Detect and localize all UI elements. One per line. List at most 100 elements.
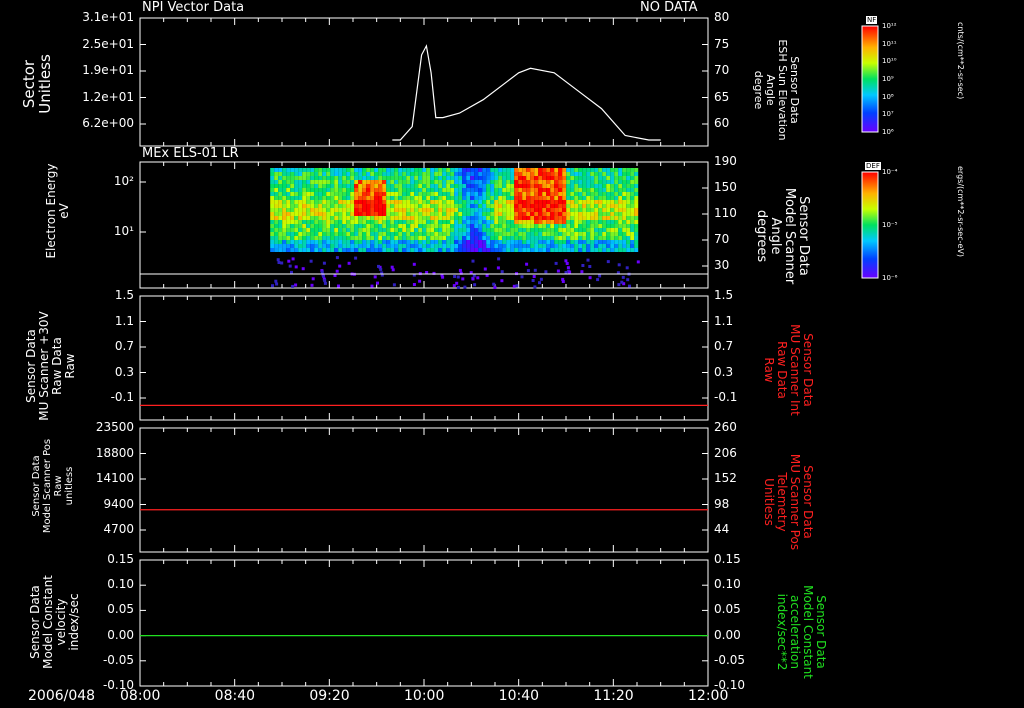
spectrogram-dot [525,262,529,266]
spectrogram-cell [498,236,503,240]
spectrogram-cell [546,196,551,200]
spectrogram-cell [370,240,375,244]
spectrogram-cell [426,184,431,188]
panel3-frame [139,295,709,421]
spectrogram-cell [586,228,591,232]
spectrogram-cell [422,180,427,184]
spectrogram-cell [514,240,519,244]
spectrogram-cell [358,192,363,196]
spectrogram-cell [442,188,447,192]
spectrogram-cell [502,220,507,224]
spectrogram-cell [426,248,431,252]
spectrogram-cell [366,236,371,240]
spectrogram-cell [538,240,543,244]
spectrogram-cell [382,172,387,176]
spectrogram-cell [618,184,623,188]
spectrogram-cell [490,228,495,232]
spectrogram-cell [346,244,351,248]
spectrogram-cell [278,204,283,208]
spectrogram-cell [358,240,363,244]
spectrogram-cell [334,228,339,232]
spectrogram-cell [274,212,279,216]
spectrogram-dot [586,258,590,262]
spectrogram-cell [370,248,375,252]
spectrogram-cell [506,248,511,252]
spectrogram-cell [454,200,459,204]
spectrogram-cell [614,224,619,228]
spectrogram-cell [606,208,611,212]
spectrogram-cell [282,232,287,236]
spectrogram-cell [538,172,543,176]
spectrogram-cell [550,248,555,252]
spectrogram-cell [298,168,303,172]
spectrogram-cell [574,192,579,196]
spectrogram-cell [518,208,523,212]
spectrogram-cell [522,188,527,192]
spectrogram-cell [378,220,383,224]
spectrogram-cell [526,204,531,208]
spectrogram-cell [310,200,315,204]
spectrogram-cell [590,204,595,208]
spectrogram-cell [306,236,311,240]
spectrogram-cell [526,212,531,216]
spectrogram-cell [514,228,519,232]
spectrogram-cell [282,196,287,200]
spectrogram-cell [306,248,311,252]
spectrogram-cell [386,200,391,204]
spectrogram-dot [526,269,530,273]
spectrogram-cell [442,212,447,216]
panel5-right-tick: 0.05 [714,602,741,617]
spectrogram-cell [530,248,535,252]
spectrogram-cell [338,228,343,232]
spectrogram-cell [498,208,503,212]
spectrogram-cell [566,248,571,252]
spectrogram-cell [398,248,403,252]
spectrogram-cell [570,220,575,224]
spectrogram-cell [394,208,399,212]
spectrogram-cell [514,232,519,236]
spectrogram-cell [382,168,387,172]
spectrogram-cell [422,236,427,240]
spectrogram-cell [498,200,503,204]
spectrogram-cell [530,200,535,204]
spectrogram-cell [330,172,335,176]
spectrogram-cell [526,224,531,228]
spectrogram-cell [306,208,311,212]
spectrogram-cell [414,176,419,180]
spectrogram-cell [398,180,403,184]
spectrogram-cell [466,232,471,236]
spectrogram-cell [422,184,427,188]
spectrogram-cell [458,200,463,204]
spectrogram-cell [410,236,415,240]
spectrogram-cell [430,232,435,236]
spectrogram-cell [350,240,355,244]
spectrogram-cell [490,184,495,188]
spectrogram-dot [544,270,548,274]
panel5-left-tick: -0.05 [102,652,134,667]
spectrogram-cell [426,188,431,192]
spectrogram-dot [471,259,475,263]
spectrogram-cell [454,204,459,208]
spectrogram-cell [346,228,351,232]
spectrogram-cell [598,180,603,184]
spectrogram-cell [402,224,407,228]
spectrogram-cell [546,172,551,176]
spectrogram-cell [622,248,627,252]
spectrogram-cell [514,180,519,184]
spectrogram-cell [578,168,583,172]
spectrogram-cell [514,212,519,216]
spectrogram-cell [506,208,511,212]
spectrogram-cell [342,220,347,224]
spectrogram-cell [466,176,471,180]
spectrogram-cell [606,192,611,196]
spectrogram-cell [626,224,631,228]
spectrogram-cell [374,180,379,184]
spectrogram-cell [394,240,399,244]
spectrogram-cell [338,220,343,224]
spectrogram-cell [550,244,555,248]
spectrogram-dot [274,279,278,283]
spectrogram-cell [278,232,283,236]
spectrogram-cell [618,176,623,180]
spectrogram-cell [366,232,371,236]
spectrogram-cell [350,200,355,204]
